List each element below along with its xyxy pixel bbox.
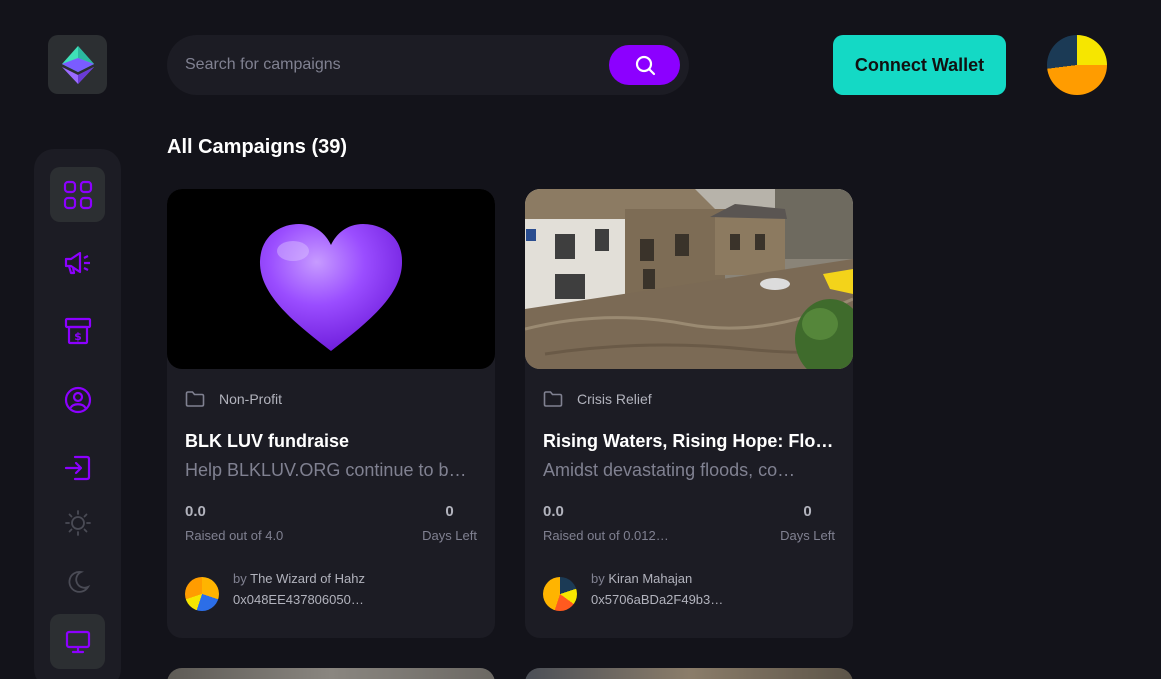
campaign-image bbox=[525, 189, 853, 369]
campaign-category: Crisis Relief bbox=[577, 391, 652, 407]
sidebar: $ bbox=[34, 149, 121, 679]
sidebar-item-dashboard[interactable] bbox=[50, 167, 105, 222]
search-icon bbox=[635, 55, 655, 76]
sidebar-item-dark-theme[interactable] bbox=[50, 554, 105, 609]
search-button[interactable] bbox=[609, 45, 680, 85]
amount-raised: 0.0 bbox=[543, 503, 564, 520]
owner-prefix: by bbox=[591, 571, 605, 586]
days-left-value: 0 bbox=[803, 503, 812, 520]
profile-icon bbox=[64, 386, 91, 413]
days-left-label: Days Left bbox=[422, 528, 477, 543]
sidebar-item-logout[interactable] bbox=[50, 440, 105, 495]
dashboard-icon bbox=[63, 180, 92, 209]
target-label: Raised out of 0.012… bbox=[543, 528, 669, 543]
ethereum-logo-icon bbox=[61, 45, 94, 84]
sidebar-item-light-theme[interactable] bbox=[50, 495, 105, 550]
search-input[interactable] bbox=[185, 51, 605, 79]
owner-avatar bbox=[543, 577, 577, 611]
owner-line: by Kiran Mahajan bbox=[591, 571, 731, 586]
campaign-title: Rising Waters, Rising Hope: Flo… bbox=[543, 431, 834, 451]
campaign-description: Amidst devastating floods, co… bbox=[543, 460, 796, 480]
svg-text:$: $ bbox=[74, 330, 82, 343]
owner-line: by The Wizard of Hahz bbox=[233, 571, 373, 586]
sidebar-item-system-theme[interactable] bbox=[50, 614, 105, 669]
folder-icon bbox=[543, 391, 563, 407]
campaign-category: Non-Profit bbox=[219, 391, 283, 407]
payment-icon: $ bbox=[64, 317, 91, 344]
monitor-icon bbox=[65, 630, 90, 653]
search-bar bbox=[167, 35, 689, 95]
owner-address: 0x5706aBDa2F49b3… bbox=[591, 592, 724, 607]
campaign-megaphone-icon bbox=[64, 251, 90, 274]
campaign-description: Help BLKLUV.ORG continue to b… bbox=[185, 460, 467, 480]
sidebar-item-campaign[interactable] bbox=[50, 235, 105, 290]
page-title: All Campaigns (39) bbox=[167, 136, 348, 158]
owner-name: Kiran Mahajan bbox=[608, 571, 693, 586]
sun-icon bbox=[64, 509, 91, 536]
sidebar-item-profile[interactable] bbox=[50, 372, 105, 427]
days-left-label: Days Left bbox=[780, 528, 835, 543]
owner-prefix: by bbox=[233, 571, 247, 586]
logout-icon bbox=[64, 455, 90, 480]
campaign-card[interactable]: Crisis Relief Rising Waters, Rising Hope… bbox=[525, 189, 853, 638]
avatar[interactable] bbox=[1047, 35, 1107, 95]
amount-raised: 0.0 bbox=[185, 503, 206, 520]
days-left-value: 0 bbox=[445, 503, 454, 520]
app-logo[interactable] bbox=[48, 35, 107, 94]
folder-icon bbox=[185, 391, 205, 407]
target-label: Raised out of 4.0 bbox=[185, 528, 284, 543]
owner-name: The Wizard of Hahz bbox=[250, 571, 365, 586]
campaign-image bbox=[167, 189, 495, 369]
owner-address: 0x048EE437806050… bbox=[233, 592, 364, 607]
campaign-card[interactable]: Non-Profit BLK LUV fundraise Help BLKLUV… bbox=[167, 189, 495, 638]
connect-wallet-button[interactable]: Connect Wallet bbox=[833, 35, 1006, 95]
campaign-title: BLK LUV fundraise bbox=[185, 431, 350, 451]
sidebar-item-payment[interactable]: $ bbox=[50, 303, 105, 358]
owner-avatar bbox=[185, 577, 219, 611]
campaign-card-peek[interactable] bbox=[525, 668, 853, 679]
moon-icon bbox=[68, 570, 90, 593]
campaign-card-peek[interactable] bbox=[167, 668, 495, 679]
